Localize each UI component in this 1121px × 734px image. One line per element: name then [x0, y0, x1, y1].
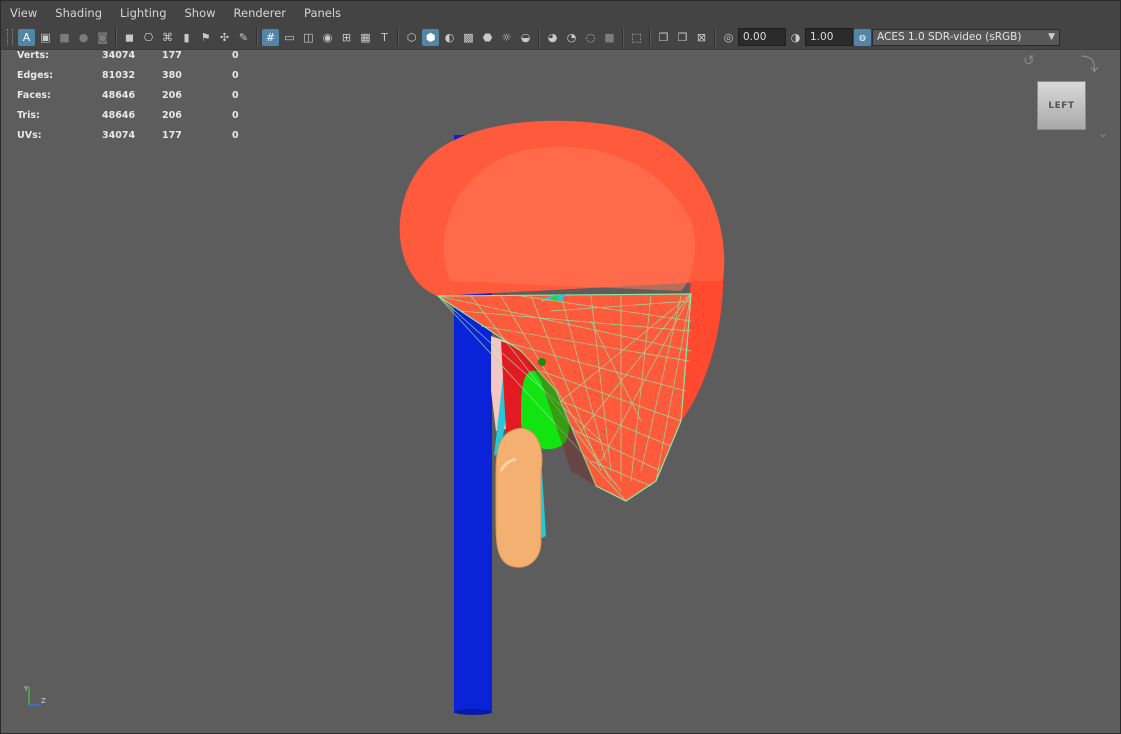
menu-view[interactable]: View — [1, 6, 46, 20]
grease-pencil-icon[interactable]: ✎ — [235, 29, 252, 46]
poly-count-hud: Verts: 34074 177 0 Edges: 81032 380 0 Fa… — [17, 50, 252, 150]
chevron-down-icon: ▼ — [1048, 32, 1055, 42]
xray-active-icon[interactable]: ❒ — [674, 29, 691, 46]
view-cube[interactable]: LEFT — [1037, 81, 1086, 130]
resolution-gate-icon[interactable]: ◫ — [300, 29, 317, 46]
gamma-icon[interactable]: ◑ — [787, 29, 804, 46]
isolate-select-icon[interactable]: ⬚ — [628, 29, 645, 46]
wireframe-icon[interactable]: ⬡ — [403, 29, 420, 46]
xray-joints-icon[interactable]: ❐ — [655, 29, 672, 46]
axis-gizmo: Y Z — [23, 685, 46, 706]
camera-icon[interactable]: ◼ — [121, 29, 138, 46]
lights-icon[interactable]: ☼ — [498, 29, 515, 46]
lock-camera-icon[interactable]: ■ — [56, 29, 73, 46]
motion-blur-icon[interactable]: ◔ — [563, 29, 580, 46]
field-chart-icon[interactable]: ⊞ — [338, 29, 355, 46]
gamma-field[interactable] — [805, 28, 853, 46]
panel-toolbar: A ▣ ■ ● ◙ ◼ ⎔ ⌘ ▮ ⚑ ✣ ✎ # ▭ ◫ ◉ ⊞ ▦ T ⬡ … — [1, 25, 1120, 50]
hud-row-uvs: UVs: 34074 177 0 — [17, 130, 239, 141]
film-gate-icon[interactable]: ▭ — [281, 29, 298, 46]
menu-renderer[interactable]: Renderer — [225, 6, 296, 20]
exposure-field[interactable] — [738, 28, 786, 46]
view-cube-face-label: LEFT — [1048, 100, 1075, 111]
panel-menubar: View Shading Lighting Show Renderer Pane… — [1, 1, 1120, 25]
viewport-canvas[interactable] — [1, 49, 1120, 733]
menu-lighting[interactable]: Lighting — [111, 6, 175, 20]
ambient-occlusion-icon[interactable]: ◕ — [544, 29, 561, 46]
view-transform-dropdown[interactable]: ACES 1.0 SDR-video (sRGB) ▼ — [872, 28, 1060, 46]
image-plane-icon[interactable]: ⚑ — [197, 29, 214, 46]
grid-icon[interactable]: # — [262, 28, 279, 46]
backface-culling-icon[interactable]: ⊠ — [693, 29, 710, 46]
rotate-arc-icon[interactable]: ⤵ — [1081, 51, 1099, 77]
safe-action-icon[interactable]: ▦ — [357, 29, 374, 46]
wireframe-on-shaded-icon[interactable]: ◐ — [441, 29, 458, 46]
toolbar-handle[interactable] — [7, 29, 13, 45]
shadows-icon[interactable]: ◒ — [517, 29, 534, 46]
frame-icon[interactable]: ▣ — [37, 29, 54, 46]
rotate-ccw-icon[interactable]: ↺ — [1023, 53, 1035, 69]
gate-mask-icon[interactable]: ◉ — [319, 29, 336, 46]
bookmark-icon[interactable]: ▮ — [178, 29, 195, 46]
hud-row-faces: Faces: 48646 206 0 — [17, 90, 239, 101]
view-transform-value: ACES 1.0 SDR-video (sRGB) — [877, 31, 1022, 43]
bookmark-camera-icon[interactable]: ◙ — [94, 29, 111, 46]
color-management-icon[interactable]: ◍ — [854, 28, 871, 46]
svg-text:Y: Y — [23, 685, 29, 693]
maya-viewport-panel: View Shading Lighting Show Renderer Pane… — [0, 0, 1121, 734]
select-camera-icon[interactable]: A — [18, 28, 35, 46]
depth-of-field-icon[interactable]: ■ — [601, 29, 618, 46]
sphere-icon[interactable]: ● — [75, 29, 92, 46]
2d-pan-zoom-icon[interactable]: ✣ — [216, 29, 233, 46]
hud-row-tris: Tris: 48646 206 0 — [17, 110, 239, 121]
safe-title-icon[interactable]: T — [376, 29, 393, 46]
menu-show[interactable]: Show — [176, 6, 225, 20]
xray-icon[interactable]: ⬣ — [479, 29, 496, 46]
menu-panels[interactable]: Panels — [295, 6, 350, 20]
menu-shading[interactable]: Shading — [46, 6, 111, 20]
textured-icon[interactable]: ▩ — [460, 29, 477, 46]
exposure-icon[interactable]: ◎ — [720, 29, 737, 46]
smooth-shade-icon[interactable]: ⬢ — [422, 28, 439, 46]
svg-text:Z: Z — [41, 697, 46, 705]
anti-aliasing-icon[interactable]: ◌ — [582, 29, 599, 46]
hud-row-edges: Edges: 81032 380 0 — [17, 70, 239, 81]
camera-bookmark-icon[interactable]: ⌘ — [159, 29, 176, 46]
camera-attributes-icon[interactable]: ⎔ — [140, 29, 157, 46]
tan-tube-mesh — [495, 428, 543, 568]
hud-row-verts: Verts: 34074 177 0 — [17, 50, 239, 61]
chevron-down-icon[interactable]: ⌄ — [1098, 126, 1108, 140]
